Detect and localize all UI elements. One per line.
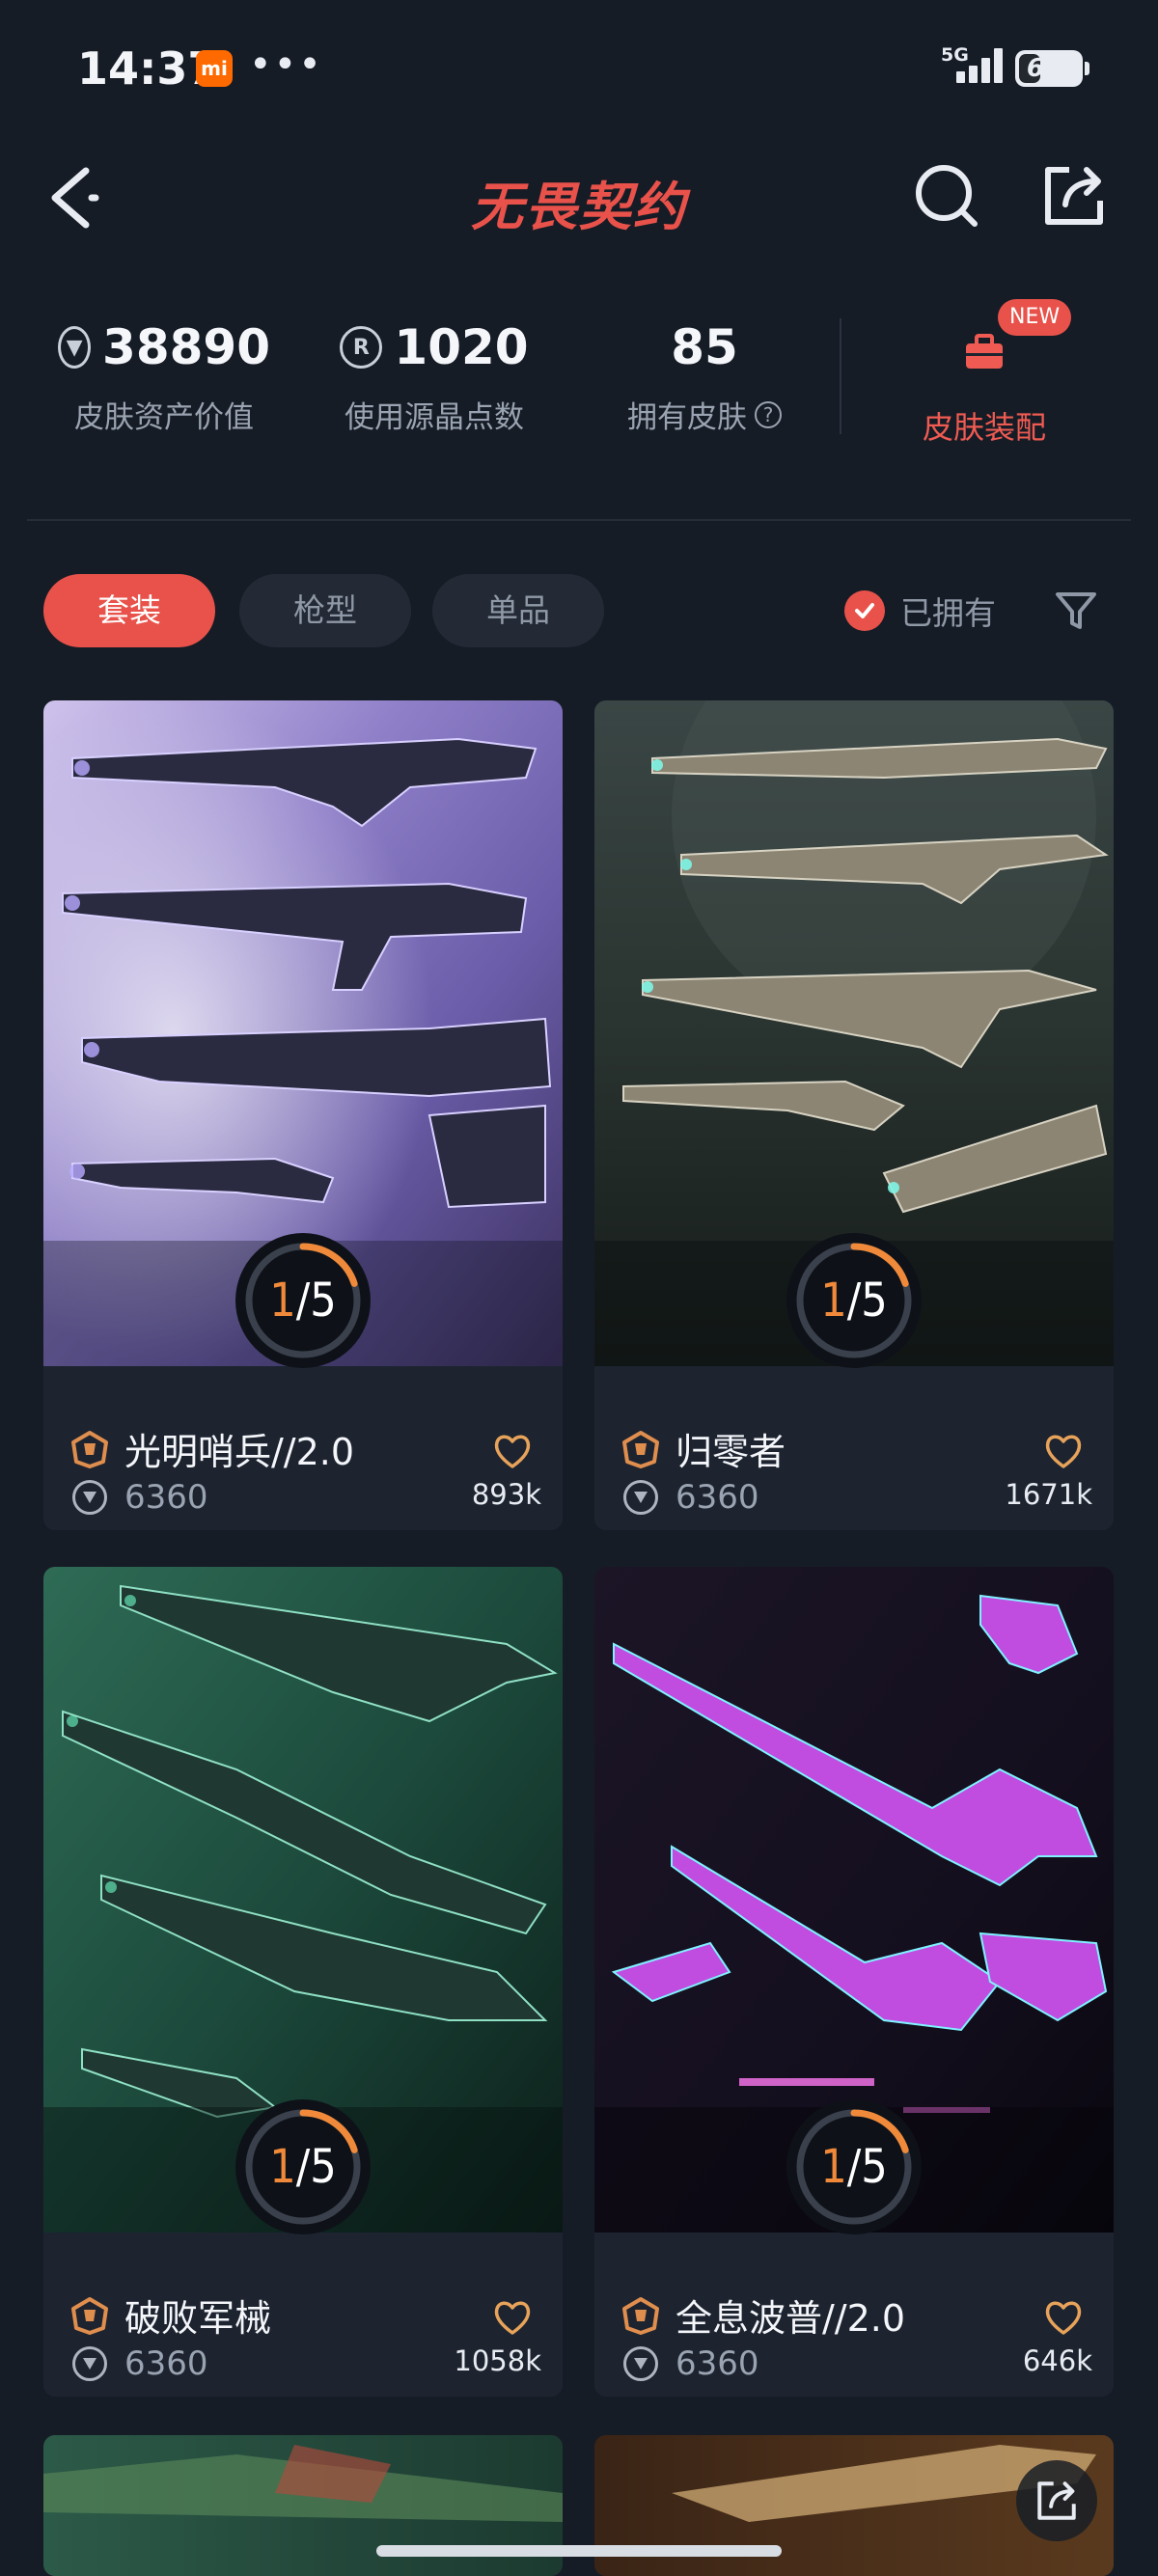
mi-icon: mi xyxy=(196,50,233,87)
favorite-count: 1671k xyxy=(1005,1478,1092,1511)
owned-skins-label: 拥有皮肤 xyxy=(627,400,747,435)
chevron-left-icon xyxy=(51,167,99,229)
asset-value-label: 皮肤资产价值 xyxy=(74,400,254,435)
bundle-price: 6360 xyxy=(676,1478,759,1517)
vp-coin-icon xyxy=(72,2346,107,2381)
stat-radianite: R 1020 使用源晶点数 xyxy=(328,314,540,436)
progress-ring xyxy=(235,2099,371,2234)
bundle-card[interactable]: 1/5 光明哨兵//2.0 6360 893k xyxy=(43,700,563,1530)
bundle-name: 破败军械 xyxy=(124,2297,272,2340)
tab-single-item[interactable]: 单品 xyxy=(432,574,604,647)
heart-icon[interactable] xyxy=(491,2296,534,2339)
filter-button[interactable] xyxy=(1052,587,1100,635)
bundle-price: 6360 xyxy=(124,2344,208,2383)
progress-ring xyxy=(235,1233,371,1368)
funnel-icon xyxy=(1056,592,1096,629)
bundle-name: 光明哨兵//2.0 xyxy=(124,1431,355,1473)
owned-skins-value: 85 xyxy=(671,319,738,375)
battery-icon: 67 xyxy=(1015,50,1089,87)
network-type: 5G xyxy=(941,44,969,66)
briefcase-icon xyxy=(966,334,1003,369)
asset-value: 38890 xyxy=(102,319,270,375)
bundle-name: 归零者 xyxy=(676,1431,786,1473)
bundle-card[interactable]: 1/5 归零者 6360 1671k xyxy=(594,700,1114,1530)
floating-share-button[interactable] xyxy=(1016,2460,1097,2541)
bundle-price: 6360 xyxy=(124,1478,208,1517)
section-divider xyxy=(27,519,1131,521)
status-bar: 14:37 mi ••• 5G 67 xyxy=(0,0,1158,135)
tab-weapon-type[interactable]: 枪型 xyxy=(239,574,411,647)
vp-coin-icon xyxy=(623,1480,658,1515)
skin-loadout-label: 皮肤装配 xyxy=(922,409,1046,446)
radianite-label: 使用源晶点数 xyxy=(345,400,524,435)
new-badge: NEW xyxy=(998,299,1072,336)
heart-icon[interactable] xyxy=(1042,1430,1085,1472)
bundle-name: 全息波普//2.0 xyxy=(676,2297,906,2340)
vp-coin-icon xyxy=(72,1480,107,1515)
signal-icon: 5G xyxy=(941,44,1008,87)
tier-icon xyxy=(71,1431,108,1468)
battery-level: 67 xyxy=(1026,54,1062,83)
bundle-price: 6360 xyxy=(676,2344,759,2383)
home-indicator[interactable] xyxy=(376,2545,782,2557)
stats-divider xyxy=(840,318,841,434)
back-button[interactable] xyxy=(43,159,111,236)
share-icon xyxy=(1045,167,1103,225)
help-icon[interactable]: ? xyxy=(755,400,782,428)
heart-icon[interactable] xyxy=(1042,2296,1085,2339)
heart-icon[interactable] xyxy=(491,1430,534,1472)
checkbox-checked-icon[interactable] xyxy=(844,590,885,631)
vp-coin-icon xyxy=(623,2346,658,2381)
stat-asset-value: ▼ 38890 皮肤资产价值 xyxy=(58,314,270,436)
progress-ring xyxy=(786,1233,922,1368)
search-button[interactable] xyxy=(913,162,980,230)
tier-icon xyxy=(622,2297,659,2335)
favorite-count: 893k xyxy=(471,1478,541,1511)
vp-coin-icon: ▼ xyxy=(58,326,92,369)
tier-icon xyxy=(71,2297,108,2335)
radianite-value: 1020 xyxy=(394,319,529,375)
page-title: 无畏契约 xyxy=(471,177,687,237)
share-button[interactable] xyxy=(1040,162,1108,230)
search-icon xyxy=(916,165,978,227)
bundle-card[interactable]: 1/5 破败军械 6360 1058k xyxy=(43,1567,563,2397)
tab-bundle[interactable]: 套装 xyxy=(43,574,215,647)
more-notifications-icon: ••• xyxy=(249,42,323,87)
progress-ring xyxy=(786,2099,922,2234)
share-icon xyxy=(1037,2481,1076,2520)
tier-icon xyxy=(622,1431,659,1468)
stat-owned-skins[interactable]: 85 拥有皮肤 ? xyxy=(598,314,811,436)
owned-label: 已拥有 xyxy=(900,594,996,632)
bundle-card[interactable]: 1/5 全息波普//2.0 6360 646k xyxy=(594,1567,1114,2397)
favorite-count: 1058k xyxy=(454,2344,541,2377)
favorite-count: 646k xyxy=(1022,2344,1092,2377)
radianite-icon: R xyxy=(340,326,383,369)
owned-toggle[interactable]: 已拥有 xyxy=(844,589,996,633)
